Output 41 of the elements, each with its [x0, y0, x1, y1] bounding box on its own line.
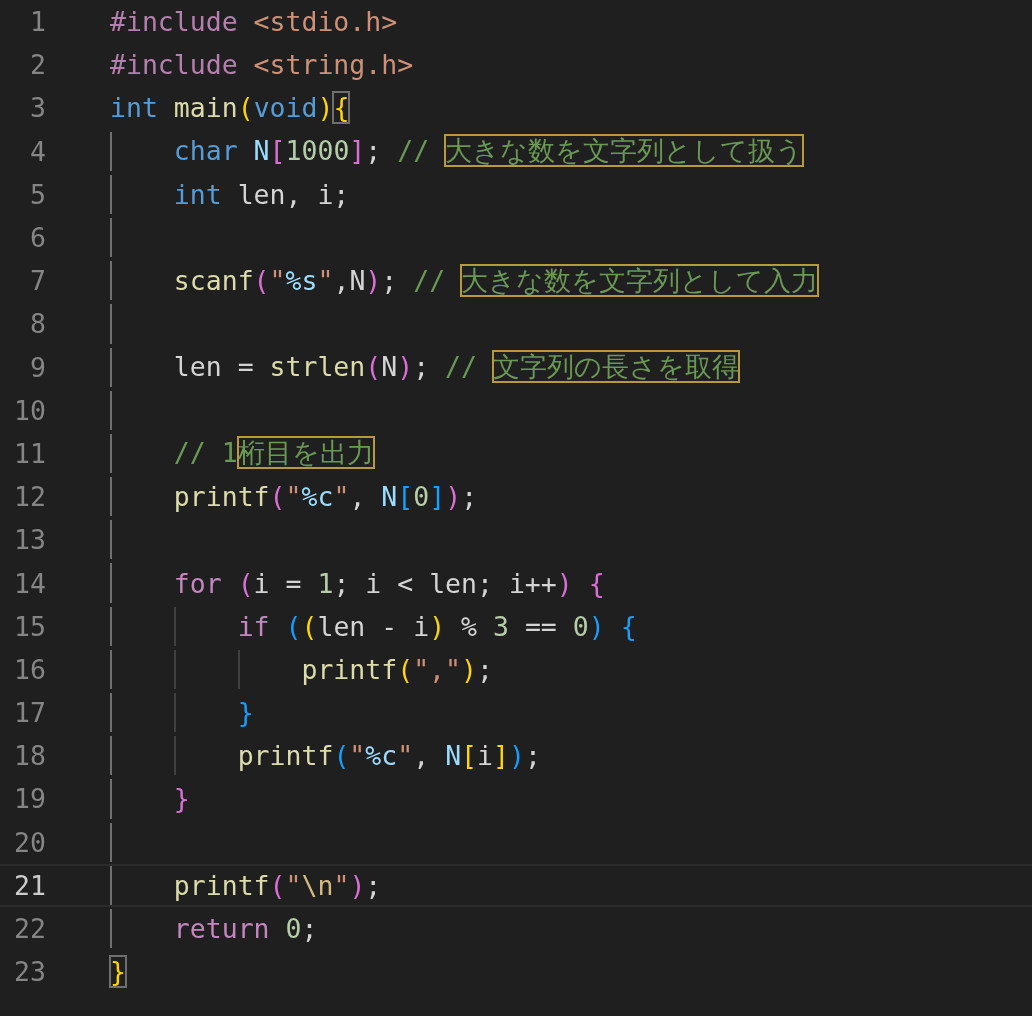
- code-line: len = strlen(N); // 文字列の長さを取得: [172, 350, 739, 385]
- line-number: 13: [14, 524, 46, 556]
- code-line: printf("%c", N[0]);: [172, 481, 478, 513]
- line-number: 23: [14, 956, 46, 988]
- line-number: 8: [30, 308, 46, 340]
- code-line: printf("\n");: [172, 869, 382, 901]
- code-line: }: [110, 956, 126, 988]
- line-number: 9: [30, 351, 46, 383]
- code-line: scanf("%s",N); // 大きな数を文字列として入力: [172, 263, 819, 298]
- code-line: if ((len - i) % 3 == 0) {: [236, 610, 637, 642]
- code-line: for (i = 1; i < len; i++) {: [172, 567, 605, 599]
- line-number: 20: [14, 826, 46, 858]
- line-number: 12: [14, 481, 46, 513]
- line-number: 6: [30, 222, 46, 254]
- code-line: int len, i;: [172, 178, 350, 210]
- code-line: }: [236, 697, 254, 729]
- code-line: #include <string.h>: [110, 49, 414, 81]
- code-line: printf(",");: [300, 653, 493, 685]
- code-line: #include <stdio.h>: [110, 6, 398, 38]
- line-number: 5: [30, 178, 46, 210]
- line-number: 19: [14, 783, 46, 815]
- line-number: 7: [30, 265, 46, 297]
- code-line: int main(void){: [110, 92, 350, 124]
- line-number: 15: [14, 610, 46, 642]
- line-number: 22: [14, 913, 46, 945]
- code-line: }: [172, 783, 190, 815]
- line-number: 18: [14, 740, 46, 772]
- line-number: 10: [14, 394, 46, 426]
- code-line: // 1桁目を出力: [172, 436, 374, 471]
- line-number: 17: [14, 697, 46, 729]
- code-line: char N[1000]; // 大きな数を文字列として扱う: [172, 134, 804, 169]
- line-number: 11: [14, 437, 46, 469]
- line-number: 4: [30, 135, 46, 167]
- code-line: printf("%c", N[i]);: [236, 740, 541, 772]
- line-number: 16: [14, 653, 46, 685]
- line-number: 21: [14, 869, 46, 901]
- line-number: 3: [30, 92, 46, 124]
- line-number: 1: [30, 6, 46, 38]
- code-line: return 0;: [172, 913, 318, 945]
- line-number: 14: [14, 567, 46, 599]
- line-number: 2: [30, 49, 46, 81]
